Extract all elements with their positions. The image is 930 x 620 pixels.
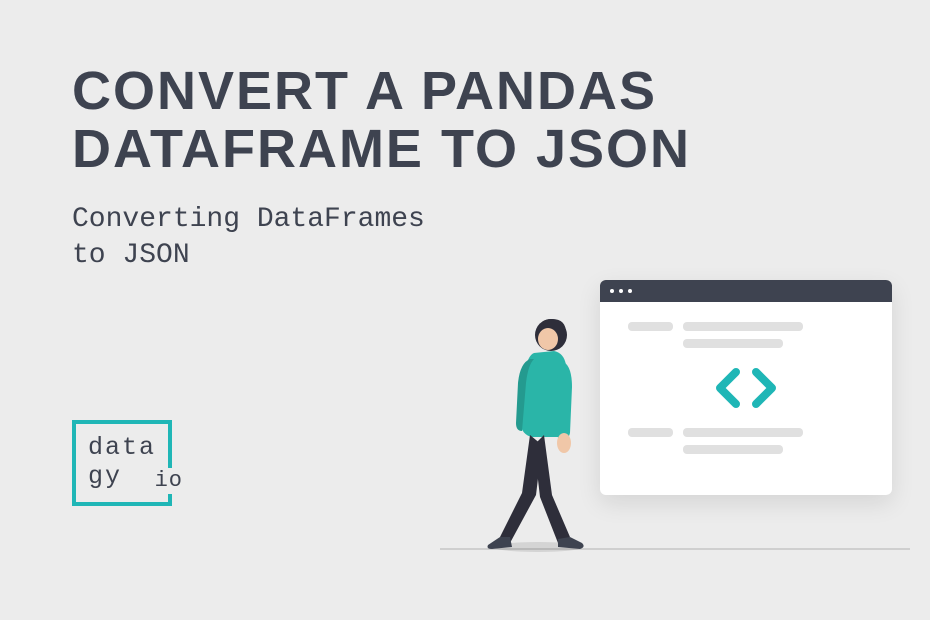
window-dot-icon xyxy=(628,289,632,293)
logo-line-1: data xyxy=(88,434,156,463)
walking-person-icon xyxy=(480,315,600,553)
text-placeholder xyxy=(683,445,783,454)
browser-titlebar xyxy=(600,280,892,302)
subtitle-line-2: to JSON xyxy=(72,238,425,274)
window-dot-icon xyxy=(619,289,623,293)
page-subtitle: Converting DataFrames to JSON xyxy=(72,202,425,275)
text-placeholder xyxy=(628,322,673,331)
browser-window-icon xyxy=(600,280,892,495)
browser-content xyxy=(600,302,892,474)
code-bracket-right-icon xyxy=(752,368,776,408)
logo-suffix: io xyxy=(152,468,186,493)
text-placeholder xyxy=(683,339,783,348)
content-line xyxy=(628,339,864,348)
text-placeholder xyxy=(683,322,803,331)
code-brackets xyxy=(628,368,864,408)
page-title: CONVERT A PANDAS DATAFRAME TO JSON xyxy=(72,62,930,179)
subtitle-line-1: Converting DataFrames xyxy=(72,202,425,238)
window-dot-icon xyxy=(610,289,614,293)
brand-logo: data gy io xyxy=(72,420,182,530)
content-line xyxy=(628,428,864,437)
text-placeholder xyxy=(628,428,673,437)
logo-box: data gy io xyxy=(72,420,172,506)
logo-line-2: gy xyxy=(88,463,156,492)
code-bracket-left-icon xyxy=(716,368,740,408)
content-line xyxy=(628,445,864,454)
text-placeholder xyxy=(683,428,803,437)
content-line xyxy=(628,322,864,331)
